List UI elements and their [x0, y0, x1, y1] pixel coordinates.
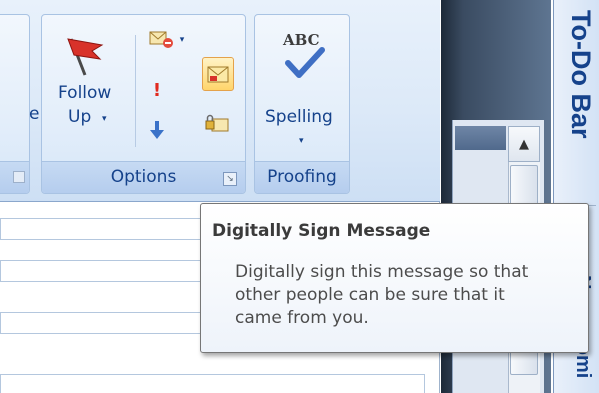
- envelope-remove-icon: [149, 31, 173, 48]
- ribbon-group-partial: e: [0, 14, 39, 194]
- chevron-down-icon: ▾: [102, 114, 107, 124]
- proofing-group-label: Proofing: [267, 167, 337, 187]
- options-separator: [135, 35, 136, 147]
- signed-envelope-icon: [207, 66, 229, 83]
- high-importance-button[interactable]: !: [142, 77, 172, 103]
- ribbon: e Follow Up ▾ ▾ ! Options ↘ ABC Spelling…: [0, 0, 440, 202]
- ribbon-group-options: Follow Up ▾ ▾ ! Options ↘: [41, 14, 246, 194]
- options-group-label: Options: [110, 167, 177, 187]
- tooltip-body: Digitally sign this message so that othe…: [235, 261, 575, 330]
- down-arrow-icon: [150, 121, 164, 139]
- tooltip-line: Digitally sign this message so that: [235, 262, 529, 282]
- encrypt-message-button[interactable]: [202, 111, 232, 137]
- ribbon-group-proofing: ABC Spelling ▾ Proofing: [254, 14, 350, 194]
- red-flag-icon: [67, 38, 104, 76]
- digitally-sign-button[interactable]: [202, 57, 234, 91]
- proofing-group-footer: Proofing: [255, 161, 349, 193]
- partial-button-label[interactable]: e: [29, 102, 39, 126]
- todo-bar-title[interactable]: To-Do Bar: [556, 10, 596, 160]
- message-body[interactable]: [0, 374, 425, 393]
- tooltip: Digitally Sign Message Digitally sign th…: [200, 203, 589, 353]
- dialog-launcher-icon[interactable]: [13, 171, 25, 183]
- lock-envelope-icon: [205, 114, 229, 132]
- chevron-down-icon: ▾: [299, 136, 304, 146]
- partial-group-footer: [0, 161, 29, 193]
- spelling-button[interactable]: ABC Spelling ▾: [257, 19, 347, 149]
- follow-up-label-line2: Up: [68, 107, 92, 127]
- exclamation-icon: !: [152, 79, 162, 101]
- tooltip-line: other people can be sure that it: [235, 285, 505, 305]
- dialog-launcher-icon[interactable]: ↘: [223, 172, 237, 186]
- chevron-down-icon: ▾: [179, 35, 185, 45]
- request-receipt-button[interactable]: ▾: [142, 27, 190, 53]
- spelling-label: Spelling: [265, 107, 333, 127]
- follow-up-label-line1: Follow: [58, 83, 112, 103]
- scroll-up-button[interactable]: ▲: [508, 126, 540, 162]
- follow-up-button[interactable]: Follow Up ▾: [46, 19, 124, 149]
- tooltip-title: Digitally Sign Message: [212, 221, 431, 241]
- panel-header-strip: [455, 126, 506, 150]
- checkmark-icon: [285, 47, 325, 78]
- tooltip-line: came from you.: [235, 308, 369, 328]
- options-group-footer: Options ↘: [42, 161, 245, 193]
- low-importance-button[interactable]: [142, 117, 172, 143]
